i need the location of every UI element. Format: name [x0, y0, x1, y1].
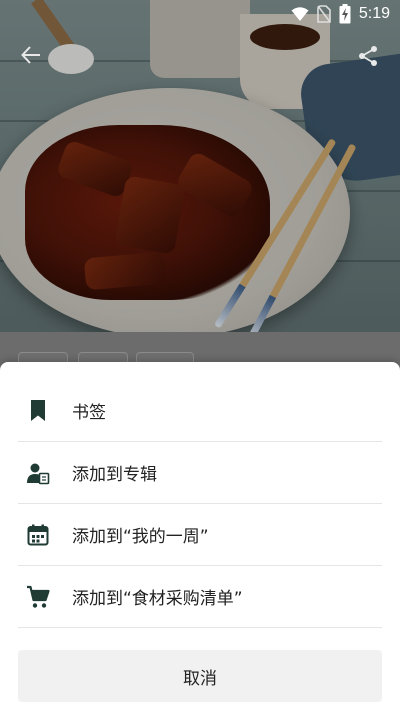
cart-icon — [26, 585, 50, 609]
add-to-album-label: 添加到专辑 — [72, 465, 157, 485]
add-to-shopping-list-label: 添加到“食材采购清单” — [72, 589, 243, 609]
add-to-album-item[interactable]: 添加到专辑 — [18, 442, 382, 504]
bookmark-item[interactable]: 书签 — [18, 380, 382, 442]
recipe-photo — [0, 0, 400, 332]
share-button[interactable] — [356, 44, 380, 72]
back-button[interactable] — [20, 44, 42, 70]
wifi-icon — [291, 6, 309, 22]
arrow-left-icon — [21, 46, 40, 64]
bookmark-label: 书签 — [72, 403, 106, 423]
bookmark-icon — [26, 399, 50, 423]
add-to-my-week-item[interactable]: 添加到“我的一周” — [18, 504, 382, 566]
album-user-icon — [26, 461, 50, 485]
battery-charging-icon — [339, 4, 351, 24]
share-icon — [359, 46, 377, 66]
calendar-icon — [26, 523, 50, 547]
add-to-my-week-label: 添加到“我的一周” — [72, 527, 209, 547]
status-time: 5:19 — [358, 5, 390, 22]
no-sim-icon — [317, 5, 331, 23]
status-bar: 5:19 — [0, 0, 400, 28]
cancel-button[interactable]: 取消 — [18, 650, 382, 702]
add-to-shopping-list-item[interactable]: 添加到“食材采购清单” — [18, 566, 382, 628]
action-bottom-sheet: 书签 添加到专辑 添加到“我的一周” 添加到“食材采购清单” 取消 — [0, 362, 400, 712]
